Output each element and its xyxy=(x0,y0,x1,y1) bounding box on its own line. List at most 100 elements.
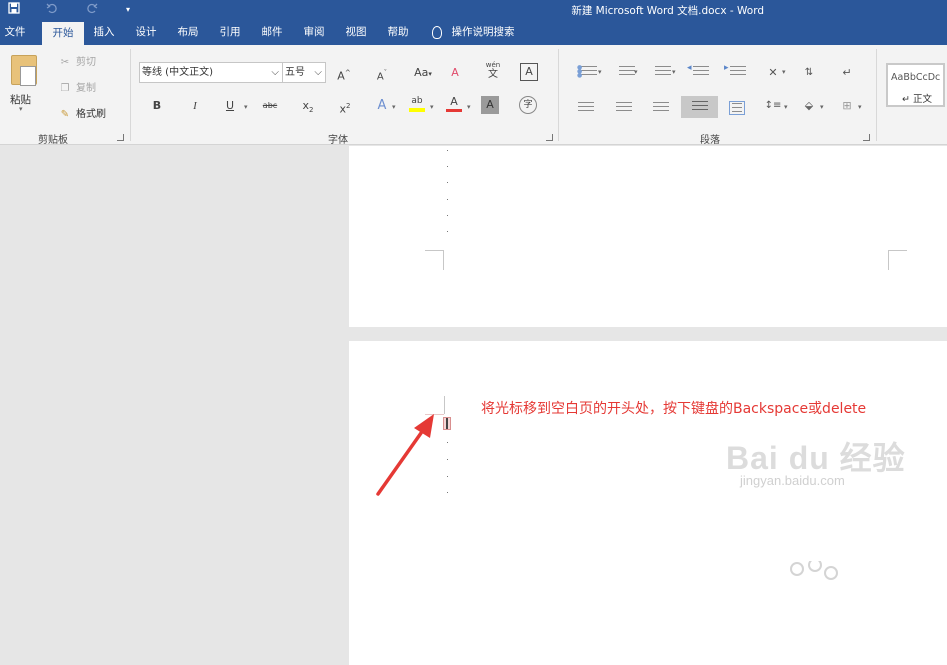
numbering-dropdown-icon[interactable]: ▾ xyxy=(634,68,638,76)
bullets-button[interactable]: ● ● ● xyxy=(577,64,597,80)
change-case-button[interactable]: Aa▾ xyxy=(410,63,436,83)
baidu-paw-icon xyxy=(790,561,838,580)
text-effects-button[interactable]: A xyxy=(371,96,393,116)
align-center-button[interactable] xyxy=(616,102,632,116)
bullets-icon: ● ● ● xyxy=(577,64,583,79)
margin-dot xyxy=(447,150,448,151)
document-area[interactable]: 将光标移到空白页的开头处，按下键盘的Backspace或delete Bai d… xyxy=(0,146,947,665)
cut-button[interactable]: ✂ 剪切 xyxy=(58,55,96,71)
font-name-combo[interactable]: 等线 (中文正文) ⌵ xyxy=(139,62,283,83)
page-2[interactable] xyxy=(349,341,947,665)
subscript-button[interactable]: x2 xyxy=(297,96,319,116)
margin-dot xyxy=(447,182,448,183)
annotation-arrow-icon xyxy=(376,414,434,496)
numbering-button[interactable] xyxy=(614,66,635,80)
format-painter-button[interactable]: ✎ 格式刷 xyxy=(58,107,106,123)
margin-dot xyxy=(447,442,448,443)
copy-button[interactable]: ❐ 复制 xyxy=(58,81,96,97)
tab-design[interactable]: 设计 xyxy=(128,20,164,45)
paragraph-mark-icon: ↵ xyxy=(842,66,852,79)
clear-formatting-button[interactable]: A xyxy=(444,63,466,83)
style-normal[interactable]: AaBbCcDc ↵ 正文 xyxy=(886,63,945,107)
decrease-indent-icon xyxy=(693,66,709,78)
bullets-dropdown-icon[interactable]: ▾ xyxy=(598,68,602,76)
align-right-button[interactable] xyxy=(653,102,669,116)
character-border-button[interactable]: A xyxy=(520,63,538,81)
text-cursor xyxy=(446,418,448,429)
margin-dot xyxy=(447,231,448,232)
clipboard-launcher-icon[interactable] xyxy=(117,134,124,141)
tab-review[interactable]: 审阅 xyxy=(296,20,332,45)
text-effects-dropdown-icon[interactable]: ▾ xyxy=(392,103,396,111)
phonetic-guide-button[interactable]: wén 文 xyxy=(482,61,504,81)
chinese-layout-button[interactable]: ✕ xyxy=(762,63,784,83)
line-spacing-icon: ↕≡ xyxy=(764,100,782,111)
tab-references[interactable]: 引用 xyxy=(212,20,248,45)
line-spacing-dropdown-icon[interactable]: ▾ xyxy=(784,103,788,111)
align-left-button[interactable] xyxy=(578,102,594,116)
tab-layout[interactable]: 布局 xyxy=(170,20,206,45)
tab-view[interactable]: 视图 xyxy=(338,20,374,45)
sort-button[interactable]: ⇅ xyxy=(798,63,820,83)
increase-indent-button[interactable]: ▸ xyxy=(724,63,746,80)
page-1[interactable] xyxy=(349,146,947,327)
strikethrough-button[interactable]: abc xyxy=(259,96,281,116)
character-shading-button[interactable]: A xyxy=(481,96,499,114)
highlight-button[interactable]: ab xyxy=(406,94,428,114)
align-right-icon xyxy=(653,102,669,114)
tab-insert[interactable]: 插入 xyxy=(86,20,122,45)
font-color-button[interactable]: A xyxy=(443,94,465,114)
margin-dot xyxy=(447,476,448,477)
shrink-font-button[interactable]: Aˇ xyxy=(371,63,393,83)
distributed-icon xyxy=(732,103,742,115)
enclose-characters-button[interactable]: 字 xyxy=(519,96,537,114)
borders-button[interactable]: ⊞ xyxy=(836,96,858,116)
borders-dropdown-icon[interactable]: ▾ xyxy=(858,103,862,111)
tell-me-search[interactable]: 操作说明搜索 xyxy=(450,20,516,45)
shading-dropdown-icon[interactable]: ▾ xyxy=(820,103,824,111)
paste-dropdown-icon[interactable]: ▾ xyxy=(19,105,23,113)
distributed-button[interactable] xyxy=(729,101,745,115)
font-launcher-icon[interactable] xyxy=(546,134,553,141)
multilevel-list-button[interactable] xyxy=(652,66,671,80)
shading-button[interactable]: ⬙ xyxy=(798,96,820,116)
margin-corner xyxy=(888,250,907,251)
line-spacing-button[interactable]: ↕≡ xyxy=(762,96,784,116)
margin-corner xyxy=(425,250,444,251)
lightbulb-icon xyxy=(432,26,442,39)
bold-button[interactable]: B xyxy=(146,96,168,116)
justify-icon xyxy=(692,101,708,113)
scissors-icon: ✂ xyxy=(60,57,70,68)
font-color-dropdown-icon[interactable]: ▾ xyxy=(467,103,471,111)
align-center-icon xyxy=(616,102,632,114)
grow-font-button[interactable]: A^ xyxy=(333,63,355,83)
underline-dropdown-icon[interactable]: ▾ xyxy=(244,103,248,111)
font-size-combo[interactable]: 五号 ⌵ xyxy=(282,62,326,83)
increase-indent-icon xyxy=(730,66,746,78)
underline-button[interactable]: U xyxy=(219,96,241,116)
italic-button[interactable]: I xyxy=(184,96,206,116)
margin-dot xyxy=(447,459,448,460)
multilevel-list-icon xyxy=(655,66,671,78)
justify-button[interactable] xyxy=(681,96,718,118)
chinese-layout-icon: ✕ xyxy=(768,66,778,79)
margin-corner xyxy=(444,396,445,414)
group-divider xyxy=(876,49,877,141)
superscript-button[interactable]: x2 xyxy=(334,96,356,116)
style-name-label: ↵ 正文 xyxy=(902,94,933,105)
highlight-color-swatch xyxy=(409,108,425,112)
highlight-dropdown-icon[interactable]: ▾ xyxy=(430,103,434,111)
paste-icon[interactable] xyxy=(11,55,37,86)
tab-file[interactable]: 文件 xyxy=(0,20,30,45)
tab-help[interactable]: 帮助 xyxy=(380,20,416,45)
tab-home[interactable]: 开始 xyxy=(42,22,84,45)
show-marks-button[interactable]: ↵ xyxy=(836,63,858,83)
numbering-icon xyxy=(619,66,635,78)
chinese-layout-dropdown-icon[interactable]: ▾ xyxy=(782,68,786,76)
multilevel-dropdown-icon[interactable]: ▾ xyxy=(672,68,676,76)
margin-dot xyxy=(447,492,448,493)
decrease-indent-button[interactable]: ◂ xyxy=(687,63,709,80)
margin-corner xyxy=(443,250,444,270)
paragraph-launcher-icon[interactable] xyxy=(863,134,870,141)
tab-mailings[interactable]: 邮件 xyxy=(254,20,290,45)
